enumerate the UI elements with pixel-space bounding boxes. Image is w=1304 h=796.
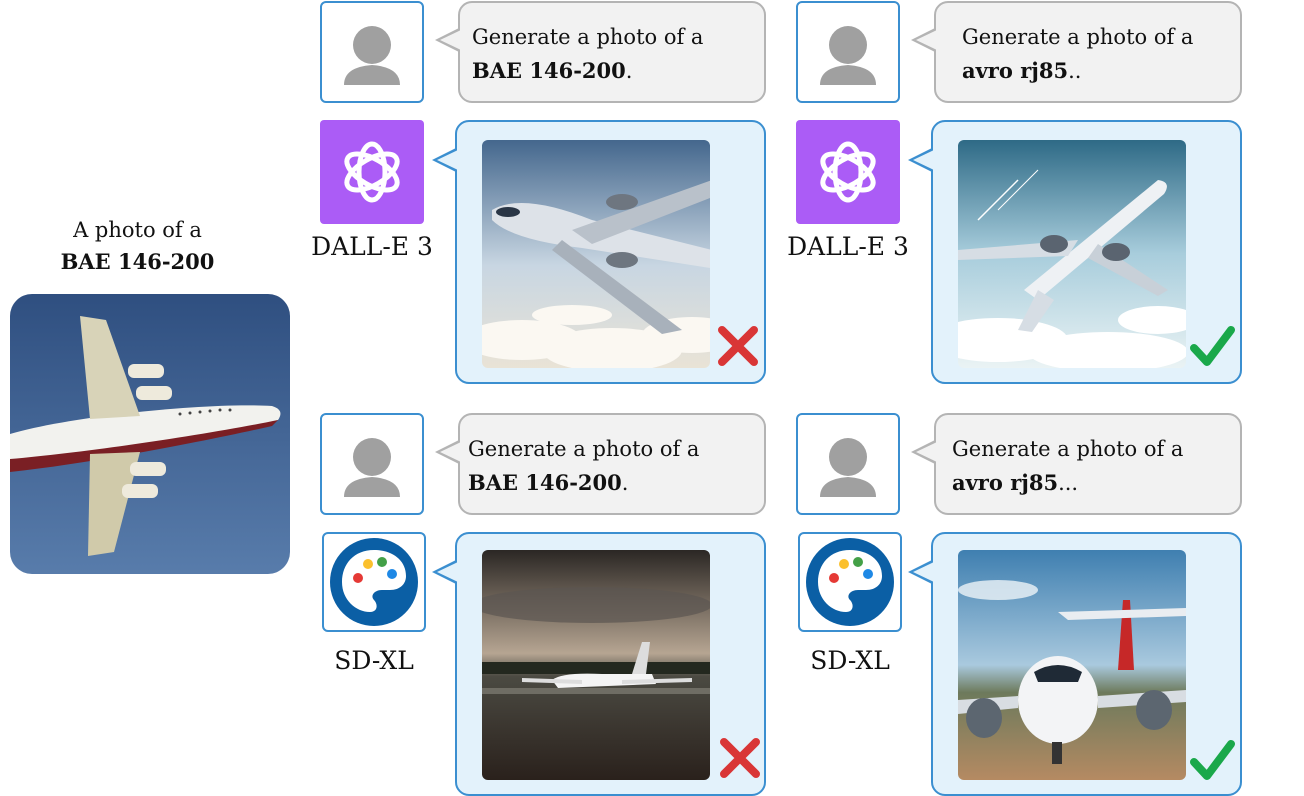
prompt-text-line2: avro rj85.. bbox=[962, 58, 1082, 83]
palette-logo-icon bbox=[322, 532, 426, 632]
palette-logo-icon bbox=[798, 532, 902, 632]
prompt-text-line2: BAE 146-200. bbox=[468, 470, 629, 495]
openai-logo-icon bbox=[796, 120, 900, 224]
prompt-text-line2: avro rj85... bbox=[952, 470, 1079, 495]
model-name-label: SD-XL bbox=[810, 646, 890, 675]
user-silhouette-icon bbox=[820, 438, 876, 497]
checkmark-icon bbox=[1190, 326, 1235, 366]
cross-icon bbox=[718, 326, 758, 366]
user-avatar bbox=[320, 1, 424, 103]
prompt-bubble: Generate a photo of a avro rj85.. bbox=[934, 1, 1242, 103]
reference-caption-line1: A photo of a bbox=[73, 218, 202, 242]
generated-image bbox=[958, 140, 1186, 368]
user-avatar bbox=[796, 1, 900, 103]
model-name-label: SD-XL bbox=[334, 646, 414, 675]
checkmark-icon bbox=[1190, 740, 1235, 780]
generated-image bbox=[958, 550, 1186, 780]
generated-image bbox=[482, 140, 710, 368]
prompt-text-line1: Generate a photo of a bbox=[962, 25, 1194, 49]
prompt-text-line2: BAE 146-200. bbox=[472, 58, 633, 83]
prompt-bubble: Generate a photo of a BAE 146-200. bbox=[458, 1, 766, 103]
prompt-bubble: Generate a photo of a BAE 146-200. bbox=[458, 413, 766, 515]
user-avatar bbox=[320, 413, 424, 515]
prompt-text-line1: Generate a photo of a bbox=[472, 25, 704, 49]
user-silhouette-icon bbox=[344, 438, 400, 497]
model-name-label: DALL-E 3 bbox=[311, 232, 433, 261]
reference-aircraft-photo bbox=[10, 294, 290, 574]
prompt-text-line1: Generate a photo of a bbox=[468, 437, 700, 461]
prompt-text-line1: Generate a photo of a bbox=[952, 437, 1184, 461]
cross-icon bbox=[720, 738, 760, 778]
user-silhouette-icon bbox=[344, 26, 400, 85]
user-silhouette-icon bbox=[820, 26, 876, 85]
reference-caption: A photo of a BAE 146-200 bbox=[20, 214, 255, 278]
reference-caption-model-name: BAE 146-200 bbox=[60, 249, 215, 274]
openai-logo-icon bbox=[320, 120, 424, 224]
prompt-bubble: Generate a photo of a avro rj85... bbox=[934, 413, 1242, 515]
generated-image bbox=[482, 550, 710, 780]
model-name-label: DALL-E 3 bbox=[787, 232, 909, 261]
user-avatar bbox=[796, 413, 900, 515]
